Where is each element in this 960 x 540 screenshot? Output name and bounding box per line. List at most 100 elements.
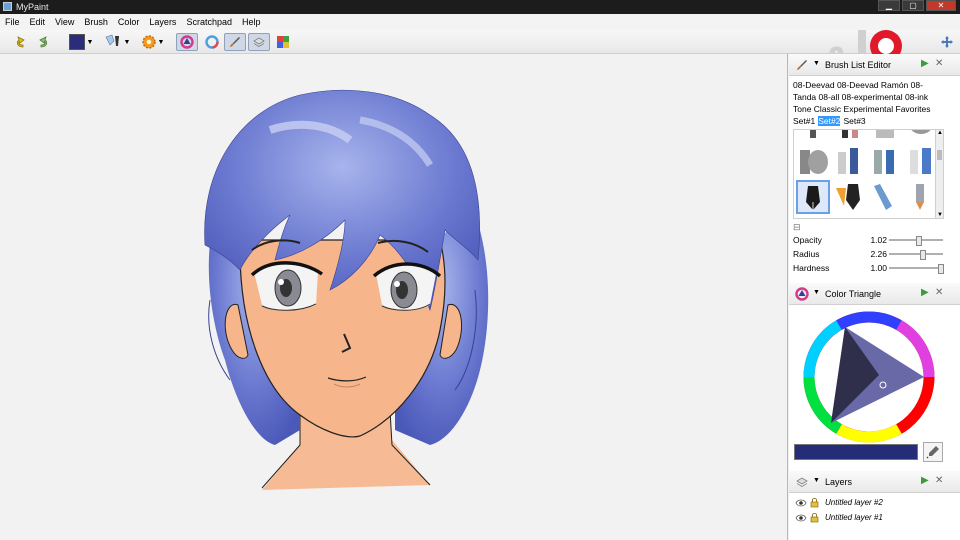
brush-groups-line[interactable]: 08-Deevad 08-Deevad Ramón 08- — [793, 80, 923, 90]
brush-tile[interactable] — [904, 144, 938, 178]
hardness-value: 1.00 — [870, 263, 887, 273]
scroll-up-icon[interactable]: ▲ — [937, 130, 943, 136]
layer-name[interactable]: Untitled layer #1 — [825, 513, 883, 522]
layers-toggle[interactable] — [248, 33, 270, 51]
scroll-down-icon[interactable]: ▼ — [937, 212, 943, 218]
menu-edit[interactable]: Edit — [25, 17, 51, 27]
slider-thumb[interactable] — [919, 250, 926, 260]
slider-thumb[interactable] — [938, 264, 944, 274]
color-wheel-icon — [180, 35, 194, 49]
close-window-button[interactable]: ✕ — [926, 0, 956, 11]
hardness-slider[interactable] — [889, 264, 944, 274]
brush-set-tab[interactable]: Set#3 — [843, 116, 865, 126]
brush-groups-line[interactable]: Tanda 08-all 08-experimental 08-ink — [793, 92, 928, 102]
brush-tile[interactable] — [832, 144, 866, 178]
chevron-down-icon[interactable]: ▼ — [813, 60, 820, 67]
brush-editor-toggle[interactable] — [224, 33, 246, 51]
current-color-swatch — [68, 34, 85, 50]
radius-slider[interactable] — [889, 250, 943, 260]
radius-slider-row: Radius 2.26 — [793, 248, 958, 260]
collapse-icon[interactable]: ⊟ — [793, 222, 801, 233]
brush-tile[interactable] — [868, 130, 902, 142]
brush-preview-icon — [911, 130, 931, 134]
opacity-label: Opacity — [793, 235, 822, 245]
ink-pen-icon — [806, 186, 820, 210]
close-icon[interactable]: ✕ — [935, 476, 943, 486]
brush-selector-button[interactable]: ▼ — [100, 33, 132, 51]
slider-thumb[interactable] — [916, 236, 923, 246]
brush-set-tab[interactable]: Set#1 — [793, 116, 815, 126]
redo-icon — [39, 36, 48, 48]
radius-value: 2.26 — [870, 249, 887, 259]
eye-icon[interactable] — [795, 498, 807, 508]
brush-panel-header[interactable]: ▼ Brush List Editor ▶ ✕ — [789, 54, 960, 76]
color-picker-button[interactable]: ▼ — [66, 33, 96, 51]
opacity-slider-row: Opacity 1.02 — [793, 234, 958, 246]
brush-set-tab[interactable]: Set#2 — [818, 116, 841, 126]
dock-float-icon[interactable]: ▶ — [921, 59, 929, 69]
layers-panel-header[interactable]: ▼ Layers ▶ ✕ — [789, 471, 960, 493]
brush-preview-icon — [836, 184, 860, 210]
layer-row[interactable]: Untitled layer #2 — [793, 496, 943, 509]
brush-tile-selected[interactable] — [796, 180, 830, 214]
lock-icon[interactable] — [809, 512, 820, 523]
brush-tile[interactable] — [796, 144, 830, 178]
brush-grid-scrollbar[interactable]: ▲ ▼ — [935, 129, 944, 219]
chevron-down-icon[interactable]: ▼ — [813, 477, 820, 484]
menu-view[interactable]: View — [50, 17, 79, 27]
chevron-down-icon[interactable]: ▼ — [813, 289, 820, 296]
gear-icon — [141, 35, 156, 49]
menu-help[interactable]: Help — [237, 17, 266, 27]
maximize-button[interactable]: ▢ — [902, 0, 924, 11]
color-ring-toggle[interactable] — [201, 33, 223, 51]
brush-preview-icon — [916, 184, 924, 210]
undo-button[interactable] — [10, 33, 30, 51]
menu-layers[interactable]: Layers — [144, 17, 181, 27]
brush-tile[interactable] — [868, 144, 902, 178]
color-triangle-picker[interactable] — [799, 305, 949, 455]
brush-preview-icon — [874, 150, 894, 174]
hardness-label: Hardness — [793, 263, 830, 273]
lock-icon[interactable] — [809, 497, 820, 508]
opacity-value: 1.02 — [870, 235, 887, 245]
brush-preview-icon — [910, 148, 931, 174]
eyedropper-icon — [926, 446, 939, 459]
close-icon[interactable]: ✕ — [935, 288, 943, 298]
layer-name[interactable]: Untitled layer #2 — [825, 498, 883, 507]
minimize-button[interactable]: ▁ — [878, 0, 900, 11]
brush-settings-button[interactable]: ▼ — [138, 33, 166, 51]
brush-icon — [105, 34, 119, 46]
brush-preview-icon — [810, 130, 816, 138]
brush-tile[interactable] — [796, 130, 830, 142]
menu-color[interactable]: Color — [113, 17, 145, 27]
close-icon[interactable]: ✕ — [935, 59, 943, 69]
brush-panel-title: Brush List Editor — [825, 60, 892, 70]
menu-scratchpad[interactable]: Scratchpad — [181, 17, 237, 27]
drawing-canvas[interactable] — [0, 54, 788, 540]
main-toolbar: ▼ ▼ ▼ — [0, 30, 960, 54]
eye-icon[interactable] — [795, 513, 807, 523]
layers-icon — [253, 37, 265, 47]
menu-brush[interactable]: Brush — [79, 17, 113, 27]
color-panel-header[interactable]: ▼ Color Triangle ▶ ✕ — [789, 283, 960, 305]
opacity-slider[interactable] — [889, 236, 943, 246]
brush-tile[interactable] — [904, 130, 938, 142]
brush-tile[interactable] — [904, 180, 938, 214]
brush-tile[interactable] — [832, 180, 866, 214]
palette-toggle[interactable] — [273, 33, 293, 51]
dock-float-icon[interactable]: ▶ — [921, 288, 929, 298]
eyedropper-button[interactable] — [923, 442, 943, 462]
brush-groups-line[interactable]: Tone Classic Experimental Favorites — [793, 104, 930, 114]
brush-tile[interactable] — [868, 180, 902, 214]
scrollbar-thumb[interactable] — [937, 150, 942, 160]
dock-float-icon[interactable]: ▶ — [921, 476, 929, 486]
layer-row[interactable]: Untitled layer #1 — [793, 511, 943, 524]
layers-panel-title: Layers — [825, 477, 853, 487]
fullscreen-button[interactable] — [938, 33, 956, 51]
menu-bar: File Edit View Brush Color Layers Scratc… — [0, 14, 960, 30]
color-triangle-toggle[interactable] — [176, 33, 198, 51]
brush-tile[interactable] — [832, 130, 866, 142]
menu-file[interactable]: File — [0, 17, 25, 27]
redo-button[interactable] — [34, 33, 54, 51]
brush-preview-icon — [874, 184, 892, 210]
